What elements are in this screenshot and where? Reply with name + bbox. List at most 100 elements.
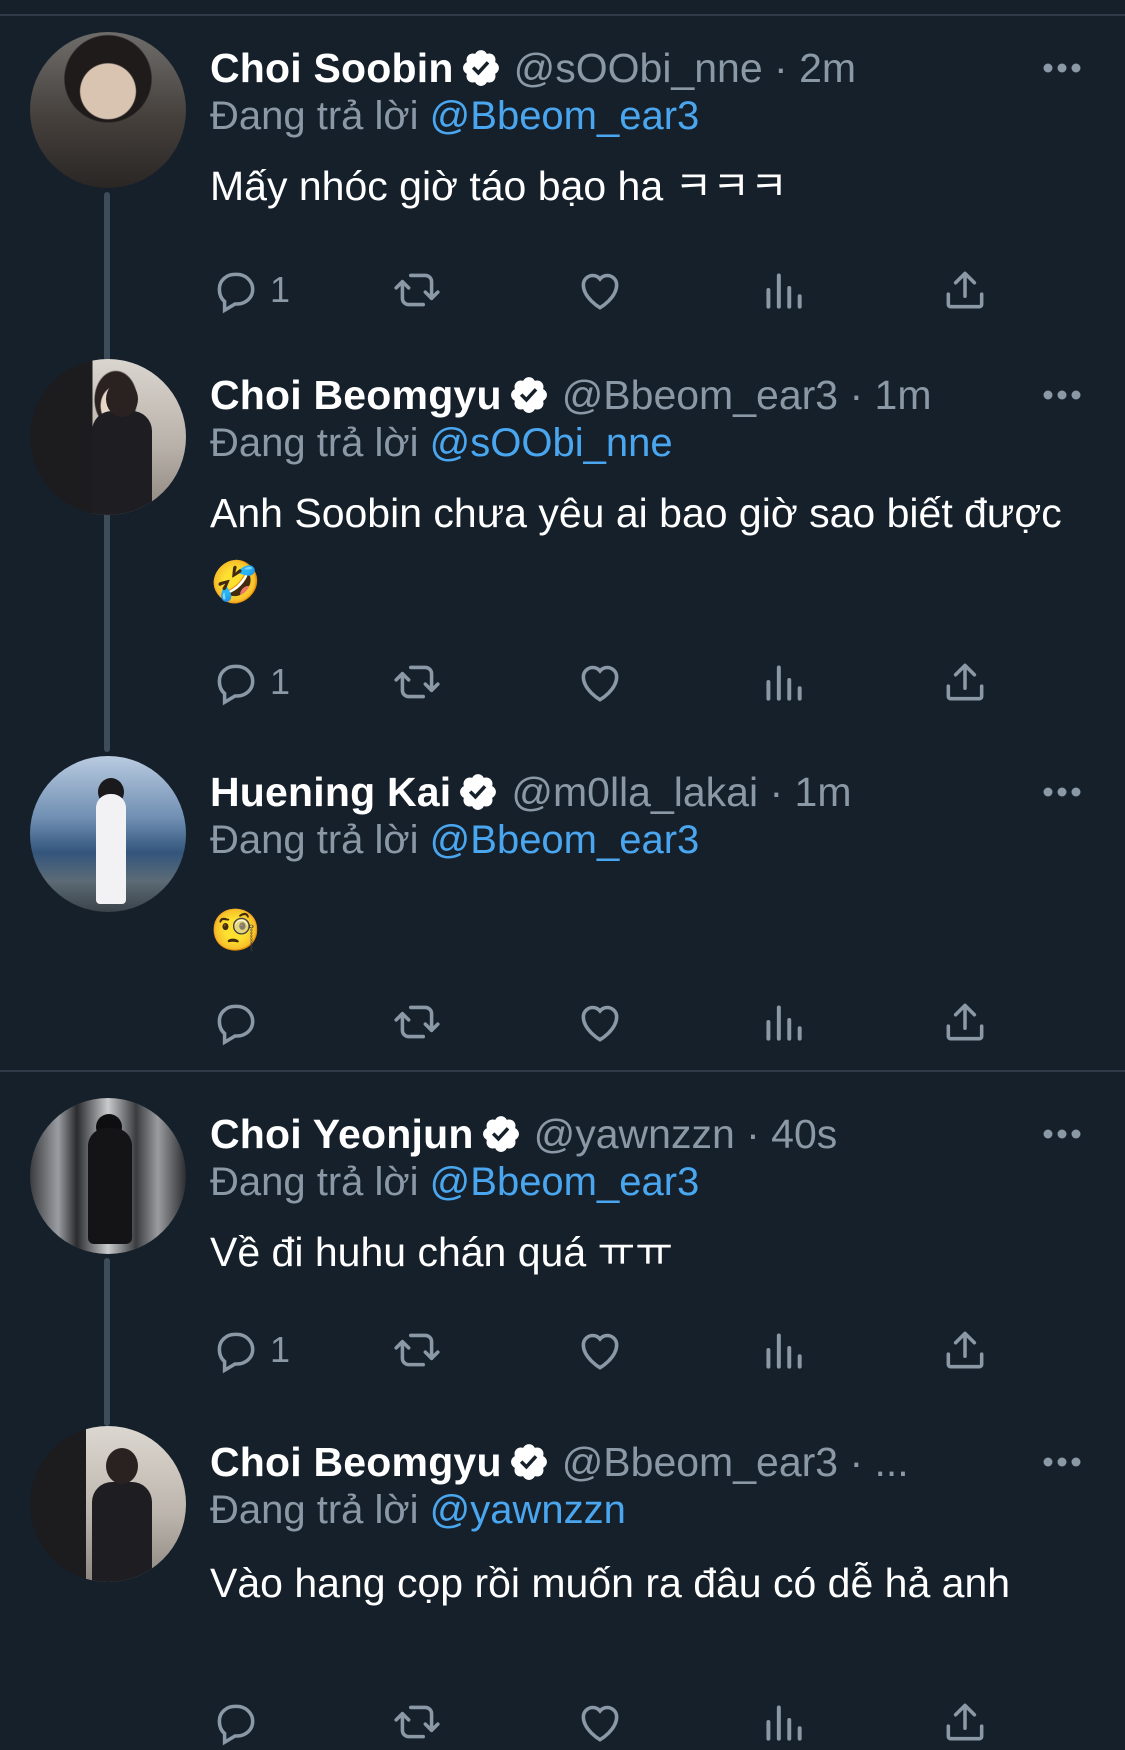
tweet-header: Choi Yeonjun @yawnzzn · 40s: [210, 1108, 837, 1160]
reply-button[interactable]: [210, 994, 270, 1050]
handle-and-time[interactable]: @Bbeom_ear3 · ...: [562, 1439, 909, 1486]
retweet-icon: [394, 1005, 440, 1039]
reply-count: 1: [270, 269, 291, 310]
tweet-actions: 1: [210, 654, 1010, 710]
tweet[interactable]: Choi Yeonjun @yawnzzn · 40s Đang trả lời…: [0, 1098, 1125, 1398]
reply-button[interactable]: 1: [210, 654, 290, 710]
tweet-text: Mấy nhóc giờ táo bạo ha ㅋㅋㅋ: [210, 163, 788, 209]
handle-and-time[interactable]: @sOObi_nne · 2m: [514, 45, 856, 92]
mention-link[interactable]: @yawnzzn: [430, 1488, 626, 1532]
like-button[interactable]: [575, 994, 625, 1050]
replying-to-label: Đang trả lời: [210, 1488, 430, 1532]
retweet-button[interactable]: [392, 654, 442, 710]
more-options-icon[interactable]: [1040, 772, 1084, 812]
share-icon: [946, 271, 984, 309]
mention-link[interactable]: @Bbeom_ear3: [430, 818, 700, 862]
mention-link[interactable]: @sOObi_nne: [430, 421, 673, 465]
verified-badge-icon: [510, 377, 547, 413]
share-button[interactable]: [940, 1322, 990, 1378]
conversation-divider: [0, 1070, 1125, 1072]
reply-icon: [217, 1004, 255, 1046]
views-icon: [766, 1333, 802, 1369]
more-options-icon[interactable]: [1040, 48, 1084, 88]
avatar[interactable]: [30, 756, 186, 912]
views-button[interactable]: [758, 994, 808, 1050]
reply-count: 1: [270, 1329, 291, 1370]
replying-to-label: Đang trả lời: [210, 818, 430, 862]
views-button[interactable]: [758, 654, 808, 710]
tweet-text: 🧐: [210, 907, 262, 953]
display-name[interactable]: Choi Yeonjun: [210, 1111, 474, 1158]
handle-and-time[interactable]: @Bbeom_ear3 · 1m: [562, 372, 932, 419]
share-button[interactable]: [940, 262, 990, 318]
share-button[interactable]: [940, 1694, 990, 1750]
replying-to: Đang trả lời @Bbeom_ear3: [210, 94, 699, 139]
tweet-actions: [210, 1694, 1010, 1750]
verified-badge-icon: [482, 1116, 519, 1152]
replying-to-label: Đang trả lời: [210, 1160, 430, 1204]
share-icon: [946, 1331, 984, 1369]
replying-to: Đang trả lời @Bbeom_ear3: [210, 1160, 699, 1205]
display-name[interactable]: Choi Beomgyu: [210, 372, 502, 419]
handle-and-time[interactable]: @m0lla_lakai · 1m: [511, 769, 851, 816]
like-icon: [581, 273, 619, 310]
retweet-button[interactable]: [392, 1322, 442, 1378]
reply-icon: [217, 272, 255, 314]
views-button[interactable]: [758, 262, 808, 318]
retweet-button[interactable]: [392, 262, 442, 318]
verified-badge-icon: [510, 1444, 547, 1480]
replying-to: Đang trả lời @sOObi_nne: [210, 421, 673, 466]
reply-button[interactable]: 1: [210, 1322, 290, 1378]
display-name[interactable]: Choi Soobin: [210, 45, 454, 92]
tweet[interactable]: Choi Beomgyu @Bbeom_ear3 · 1m Đang trả l…: [0, 359, 1125, 719]
like-button[interactable]: [575, 1694, 625, 1750]
avatar[interactable]: [30, 1426, 186, 1582]
share-icon: [946, 663, 984, 701]
more-options-icon[interactable]: [1040, 1442, 1084, 1482]
tweet-header: Huening Kai @m0lla_lakai · 1m: [210, 766, 852, 818]
replying-to: Đang trả lời @yawnzzn: [210, 1488, 626, 1533]
like-button[interactable]: [575, 262, 625, 318]
tweet-text: Anh Soobin chưa yêu ai bao giờ sao biết …: [210, 490, 1062, 605]
like-button[interactable]: [575, 1322, 625, 1378]
share-icon: [946, 1003, 984, 1041]
views-button[interactable]: [758, 1694, 808, 1750]
retweet-icon: [394, 273, 440, 307]
views-button[interactable]: [758, 1322, 808, 1378]
reply-icon: [217, 1704, 255, 1746]
reply-icon: [217, 1332, 255, 1374]
retweet-button[interactable]: [392, 1694, 442, 1750]
verified-badge-icon: [462, 50, 499, 86]
more-options-icon[interactable]: [1040, 1114, 1084, 1154]
retweet-button[interactable]: [392, 994, 442, 1050]
display-name[interactable]: Choi Beomgyu: [210, 1439, 502, 1486]
verified-badge-icon: [460, 774, 497, 810]
avatar[interactable]: [30, 32, 186, 188]
reply-button[interactable]: 1: [210, 262, 290, 318]
more-options-icon[interactable]: [1040, 375, 1084, 415]
tweet-actions: 1: [210, 1322, 1010, 1378]
top-divider: [0, 14, 1125, 16]
handle-and-time[interactable]: @yawnzzn · 40s: [534, 1111, 838, 1158]
replying-to-label: Đang trả lời: [210, 421, 430, 465]
mention-link[interactable]: @Bbeom_ear3: [430, 94, 700, 138]
tweet[interactable]: Huening Kai @m0lla_lakai · 1m Đang trả l…: [0, 756, 1125, 1056]
mention-link[interactable]: @Bbeom_ear3: [430, 1160, 700, 1204]
display-name[interactable]: Huening Kai: [210, 769, 451, 816]
share-icon: [946, 1703, 984, 1741]
share-button[interactable]: [940, 994, 990, 1050]
reply-count: 1: [270, 661, 291, 702]
reply-button[interactable]: [210, 1694, 270, 1750]
share-button[interactable]: [940, 654, 990, 710]
replying-to-label: Đang trả lời: [210, 94, 430, 138]
tweet-header: Choi Soobin @sOObi_nne · 2m: [210, 42, 856, 94]
tweet-actions: 1: [210, 262, 1010, 318]
avatar[interactable]: [30, 359, 186, 515]
views-icon: [766, 1705, 802, 1741]
avatar[interactable]: [30, 1098, 186, 1254]
like-button[interactable]: [575, 654, 625, 710]
tweet[interactable]: Choi Soobin @sOObi_nne · 2m Đang trả lời…: [0, 32, 1125, 332]
tweet[interactable]: Choi Beomgyu @Bbeom_ear3 · ... Đang trả …: [0, 1426, 1125, 1746]
retweet-icon: [394, 665, 440, 699]
views-icon: [766, 273, 802, 309]
